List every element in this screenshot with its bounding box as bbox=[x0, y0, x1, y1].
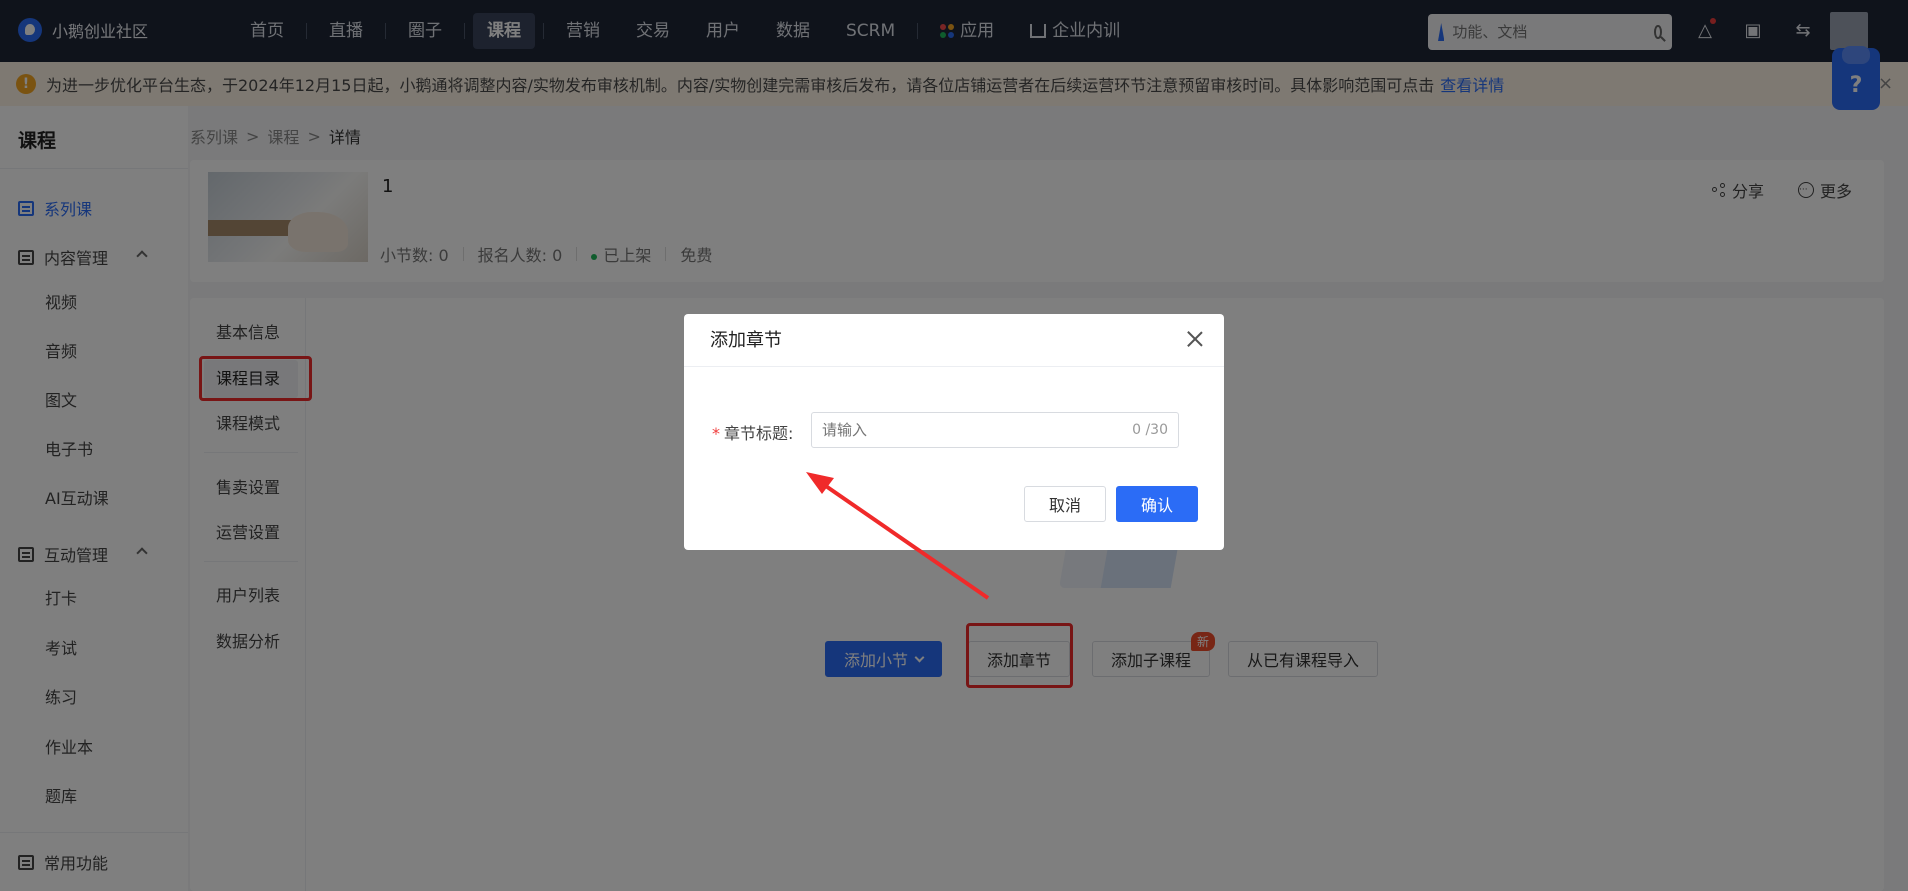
chapter-title-field[interactable]: 0 /30 bbox=[811, 412, 1179, 448]
chapter-title-input[interactable] bbox=[822, 421, 1133, 439]
close-icon[interactable] bbox=[1186, 330, 1204, 348]
chapter-title-label: * 章节标题: bbox=[712, 420, 793, 444]
char-counter: 0 /30 bbox=[1132, 422, 1168, 438]
chapter-title-label-text: 章节标题: bbox=[724, 424, 794, 443]
dialog-header: 添加章节 bbox=[684, 314, 1224, 367]
required-mark: * bbox=[712, 424, 720, 443]
dialog-title: 添加章节 bbox=[710, 330, 782, 351]
confirm-button[interactable]: 确认 bbox=[1116, 486, 1198, 522]
cancel-button[interactable]: 取消 bbox=[1024, 486, 1106, 522]
add-chapter-dialog: 添加章节 *章节标题: 0 /30 取消 确认 bbox=[684, 314, 1224, 550]
dialog-actions: 取消 确认 bbox=[1024, 486, 1198, 522]
